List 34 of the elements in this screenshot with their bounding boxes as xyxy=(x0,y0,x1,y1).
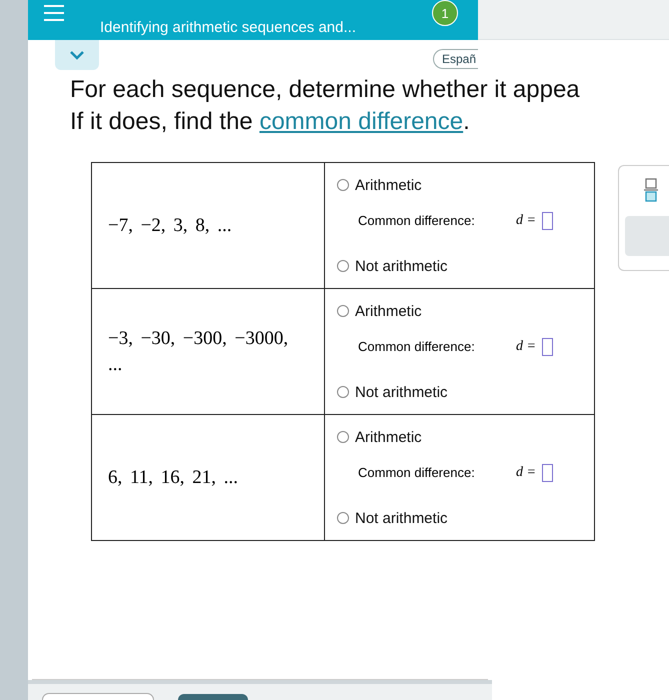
sequence-text: −7, −2, 3, 8, ... xyxy=(108,214,232,238)
option-label: Arithmetic xyxy=(355,428,422,446)
variable-label: d = xyxy=(516,464,536,480)
answer-box[interactable] xyxy=(542,464,553,482)
option-label: Arithmetic xyxy=(355,176,422,194)
difference-label: Common difference: xyxy=(358,465,476,480)
chevron-down-icon xyxy=(69,50,85,60)
radio-button[interactable] xyxy=(337,512,349,524)
language-button[interactable]: Españ xyxy=(432,49,478,69)
difference-label: Common difference: xyxy=(358,213,476,228)
progress-badge: 1 xyxy=(432,0,458,26)
radio-button[interactable] xyxy=(337,179,349,191)
option-label: Arithmetic xyxy=(355,302,422,320)
answer-box[interactable] xyxy=(542,212,553,230)
menu-icon[interactable] xyxy=(44,5,64,21)
fraction-icon[interactable] xyxy=(644,178,658,202)
common-difference-link[interactable]: common difference xyxy=(259,108,464,135)
variable-label: d = xyxy=(516,338,536,354)
radio-button[interactable] xyxy=(337,431,349,443)
collapse-button[interactable] xyxy=(55,40,99,70)
sequence-text: −3, −30, −300, −3000, ... xyxy=(108,326,290,376)
option-label: Not arithmetic xyxy=(355,258,448,274)
option-label: Not arithmetic xyxy=(355,510,448,526)
radio-button[interactable] xyxy=(337,386,349,398)
outline-button[interactable] xyxy=(42,693,154,700)
question-text: For each sequence, determine whether it appea If it does, find the common difference. xyxy=(70,75,581,137)
difference-label: Common difference: xyxy=(358,339,476,354)
radio-button[interactable] xyxy=(337,305,349,317)
sequence-text: 6, 11, 16, 21, ... xyxy=(108,466,238,490)
topic-title: Identifying arithmetic sequences and... xyxy=(100,18,356,36)
option-label: Not arithmetic xyxy=(355,384,448,400)
radio-button[interactable] xyxy=(337,260,349,272)
variable-label: d = xyxy=(516,212,536,228)
answer-box[interactable] xyxy=(542,338,553,356)
